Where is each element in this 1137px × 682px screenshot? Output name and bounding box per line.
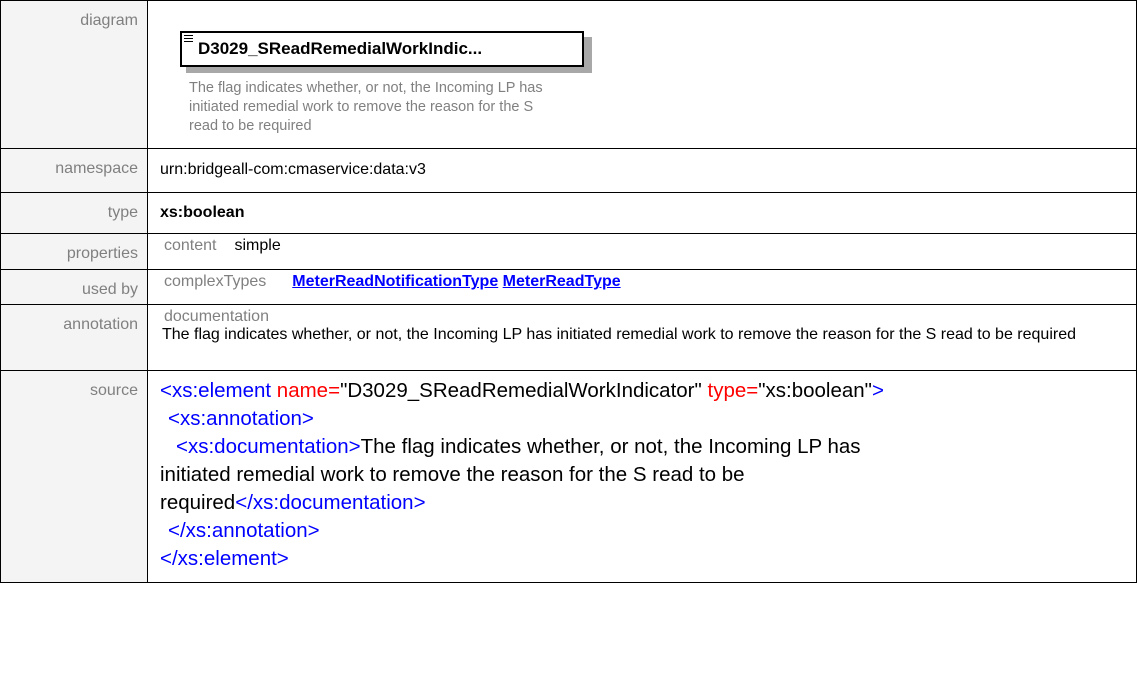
namespace-row: namespace urn:bridgeall-com:cmaservice:d… <box>0 148 1137 193</box>
diagram-row: diagram <box>0 0 1137 149</box>
element-box[interactable]: D3029_SReadRemedialWorkIndic... <box>180 31 584 67</box>
element-description: The flag indicates whether, or not, the … <box>189 80 543 134</box>
source-row: source <xs:element name="D3029_SReadReme… <box>0 370 1137 583</box>
namespace-label: namespace <box>0 148 148 193</box>
namespace-value: urn:bridgeall-com:cmaservice:data:v3 <box>160 161 426 178</box>
source-label: source <box>0 370 148 583</box>
element-title: D3029_SReadRemedialWorkIndic... <box>198 39 483 58</box>
src-element-close: </xs:element> <box>160 547 289 570</box>
type-label: type <box>0 192 148 234</box>
property-key: content <box>164 237 217 254</box>
annotation-key: documentation <box>164 308 269 325</box>
annotation-row: annotation documentation The flag indica… <box>0 304 1137 371</box>
annotation-label: annotation <box>0 304 148 371</box>
link-meter-read-type[interactable]: MeterReadType <box>503 273 621 290</box>
src-documentation-open: <xs:documentation> <box>176 435 361 458</box>
src-annotation-open: <xs:annotation> <box>168 407 314 430</box>
type-value: xs:boolean <box>160 204 245 221</box>
link-meter-read-notification-type[interactable]: MeterReadNotificationType <box>292 273 498 290</box>
used-by-row: used by complexTypes MeterReadNotificatio… <box>0 269 1137 305</box>
src-annotation-close: </xs:annotation> <box>168 519 320 542</box>
src-documentation-close: </xs:documentation> <box>235 491 426 514</box>
source-code: <xs:element name="D3029_SReadRemedialWor… <box>160 379 884 570</box>
element-content-icon <box>184 35 193 44</box>
property-value: simple <box>234 237 281 254</box>
properties-row: properties content simple <box>0 233 1137 270</box>
type-row: type xs:boolean <box>0 192 1137 234</box>
used-by-key: complexTypes <box>164 273 267 290</box>
schema-doc-table: diagram namespace urn:bridgeall-com:cmas… <box>0 0 1137 583</box>
used-by-label: used by <box>0 269 148 305</box>
src-open-tag: <xs:element <box>160 379 272 402</box>
annotation-text: The flag indicates whether, or not, the … <box>162 326 1076 343</box>
properties-label: properties <box>0 233 148 270</box>
diagram-label: diagram <box>0 0 148 149</box>
